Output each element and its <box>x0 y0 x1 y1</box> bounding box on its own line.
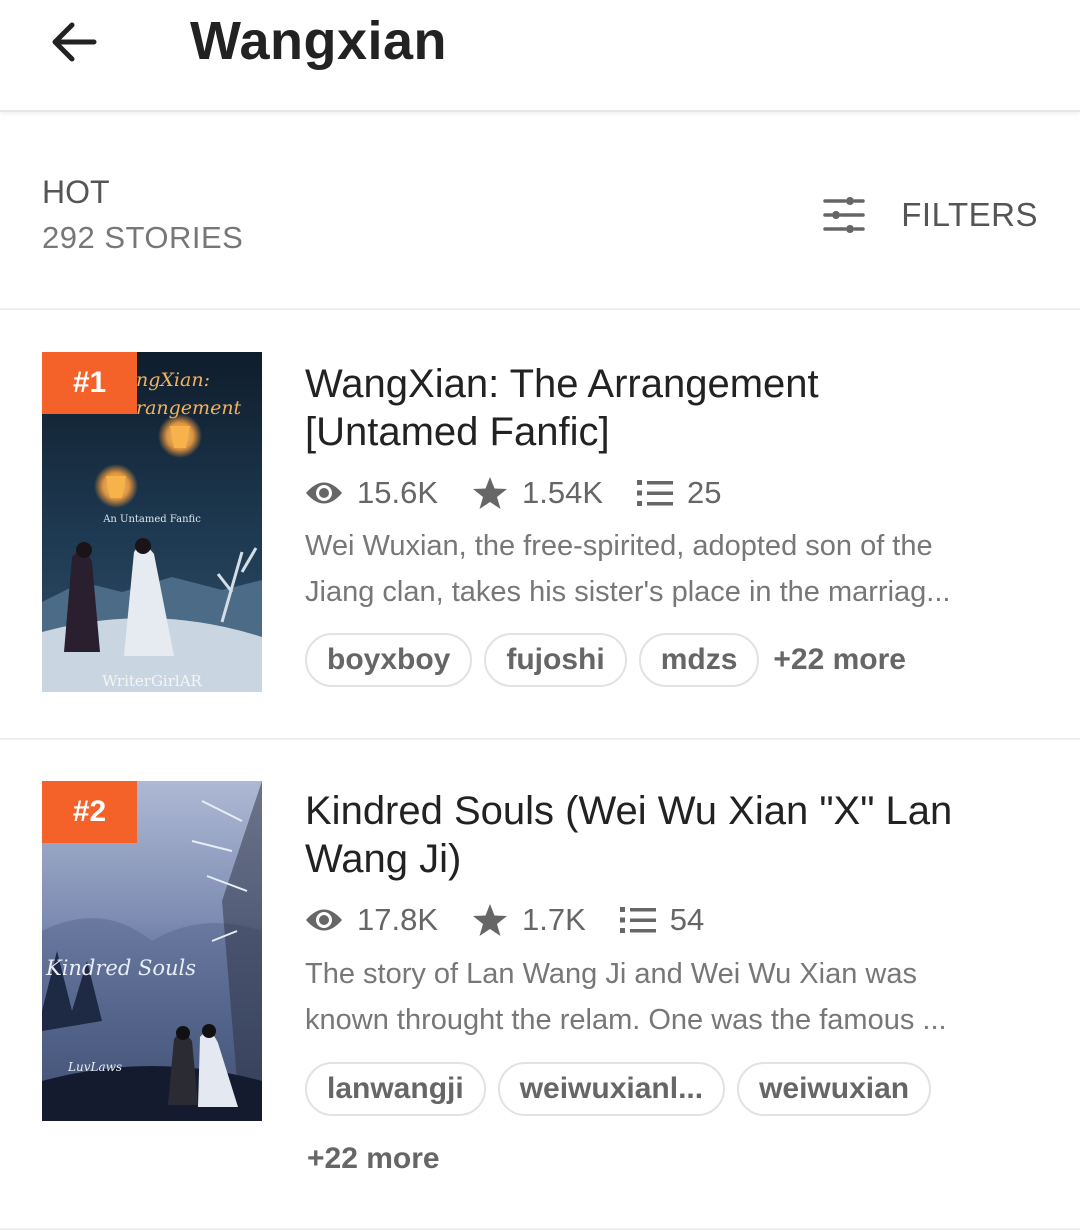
more-tags-link[interactable]: +22 more <box>771 633 906 687</box>
parts-count: 25 <box>687 475 722 510</box>
story-title-line: WangXian: The Arrangement <box>305 362 819 406</box>
tag-chip[interactable]: boyxboy <box>305 633 473 687</box>
page-title: Wangxian <box>190 11 448 71</box>
list-header: HOT 292 STORIES FILTERS <box>0 114 1080 310</box>
app-bar: Wangxian <box>0 0 1080 112</box>
tag-chip[interactable]: weiwuxianl... <box>497 1062 726 1116</box>
description-line: Wei Wuxian, the free-spirited, adopted s… <box>305 530 933 562</box>
tag-chip[interactable]: mdzs <box>638 633 760 687</box>
cover-title-text: rangement <box>136 397 242 419</box>
votes-stat: 1.54K <box>472 475 603 511</box>
story-title-line: Wang Ji) <box>305 837 462 881</box>
cover-author-text: WriterGirlAR <box>102 672 202 690</box>
tag-chip[interactable]: fujoshi <box>484 633 627 687</box>
tag-list: boyxboy fujoshi mdzs +22 more <box>305 633 1045 687</box>
reads-count: 15.6K <box>357 475 439 510</box>
story-stats: 17.8K 1.7K 54 <box>305 898 738 942</box>
tag-chip[interactable]: lanwangji <box>305 1062 486 1116</box>
parts-stat: 54 <box>619 902 705 938</box>
story-description: The story of Lan Wang Ji and Wei Wu Xian… <box>305 951 1035 1043</box>
story-card[interactable]: ngXian: rangement An Untamed Fanfic Writ… <box>0 312 1080 740</box>
story-title-line: [Untamed Fanfic] <box>305 410 610 454</box>
story-title-line: Kindred Souls (Wei Wu Xian "X" Lan <box>305 789 953 833</box>
eye-icon <box>306 909 342 931</box>
reads-stat: 15.6K <box>305 475 438 511</box>
reads-count: 17.8K <box>357 902 439 937</box>
story-title[interactable]: WangXian: The Arrangement [Untamed Fanfi… <box>305 360 1045 456</box>
story-card[interactable]: Kindred Souls LuvLaws #2 Kindred Souls (… <box>0 740 1080 1230</box>
cover-subtitle-text: An Untamed Fanfic <box>102 514 201 525</box>
description-line: The story of Lan Wang Ji and Wei Wu Xian… <box>305 958 917 990</box>
parts-count: 54 <box>669 902 705 937</box>
list-icon <box>637 480 674 506</box>
story-cover[interactable]: ngXian: rangement An Untamed Fanfic Writ… <box>42 352 262 692</box>
cover-title-text: ngXian: <box>136 369 210 391</box>
rank-badge: #2 <box>42 781 137 843</box>
star-icon <box>473 477 508 509</box>
story-description: Wei Wuxian, the free-spirited, adopted s… <box>305 523 1035 615</box>
back-button[interactable] <box>40 12 108 72</box>
votes-count: 1.7K <box>522 902 586 937</box>
tag-chip[interactable]: weiwuxian <box>737 1062 932 1116</box>
story-count: 292 STORIES <box>42 220 244 255</box>
cover-author-text: LuvLaws <box>67 1060 122 1074</box>
story-stats: 15.6K 1.54K 25 <box>305 471 756 515</box>
arrow-left-icon <box>52 22 97 62</box>
filters-button[interactable]: FILTERS <box>823 192 1038 238</box>
parts-stat: 25 <box>637 475 722 511</box>
star-icon <box>473 904 508 936</box>
votes-count: 1.54K <box>522 475 604 510</box>
list-icon <box>619 907 656 933</box>
story-title[interactable]: Kindred Souls (Wei Wu Xian "X" Lan Wang … <box>305 787 1045 883</box>
cover-title-text: Kindred Souls <box>45 956 196 980</box>
description-line: Jiang clan, takes his sister's place in … <box>305 576 951 608</box>
reads-stat: 17.8K <box>305 902 438 938</box>
sliders-icon <box>823 197 865 233</box>
story-cover[interactable]: Kindred Souls LuvLaws #2 <box>42 781 262 1121</box>
description-line: known throught the relam. One was the fa… <box>305 1004 947 1036</box>
sort-label[interactable]: HOT <box>42 174 110 211</box>
filters-label: FILTERS <box>901 196 1038 233</box>
more-tags-link[interactable]: +22 more <box>305 1132 440 1186</box>
votes-stat: 1.7K <box>472 902 586 938</box>
tag-list: lanwangji weiwuxianl... weiwuxian +22 mo… <box>305 1062 1045 1186</box>
eye-icon <box>306 482 342 504</box>
rank-badge: #1 <box>42 352 137 414</box>
